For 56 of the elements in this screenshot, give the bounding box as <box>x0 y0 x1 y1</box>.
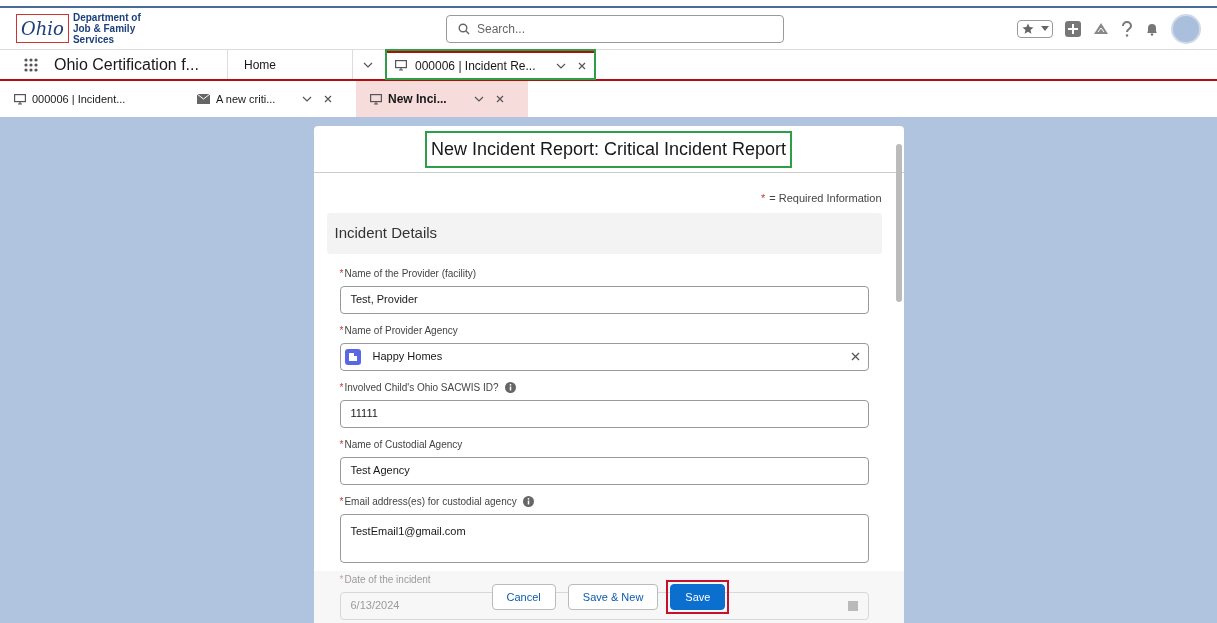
chevron-down-icon[interactable] <box>302 96 312 102</box>
field-label: Involved Child's Ohio SACWIS ID? <box>344 380 499 395</box>
footer-button[interactable]: Cancel <box>491 584 556 610</box>
logo-text: Department of Job & Family Services <box>72 12 141 45</box>
monitor-icon <box>14 93 26 105</box>
nav-tab[interactable]: 000006 | Incident Re... <box>387 51 594 78</box>
lookup-field[interactable]: Happy Homes <box>339 342 869 371</box>
caret-icon <box>1040 25 1049 32</box>
required-asterisk: * <box>761 191 766 206</box>
required-asterisk: * <box>339 323 344 338</box>
info-icon[interactable] <box>504 381 516 393</box>
search-field[interactable]: Search... <box>446 14 784 43</box>
close-icon[interactable] <box>324 95 332 103</box>
required-asterisk: * <box>339 572 344 587</box>
plus-icon[interactable] <box>1065 20 1081 37</box>
monitor-icon <box>395 60 407 71</box>
building-icon <box>344 348 361 365</box>
text-area[interactable]: TestEmail1@gmail.com <box>339 513 869 563</box>
favorites-button[interactable] <box>1017 19 1053 38</box>
required-asterisk: * <box>339 494 344 509</box>
bell-icon[interactable] <box>1145 21 1159 36</box>
nav-link[interactable]: Home <box>228 50 353 79</box>
monitor-icon <box>370 93 382 105</box>
text-field[interactable]: Test Agency <box>339 456 869 485</box>
section-title: Incident Details <box>334 222 438 243</box>
required-asterisk: * <box>339 437 344 452</box>
subtab[interactable]: A new criti... <box>183 81 356 117</box>
footer-button[interactable]: Save & New <box>567 584 659 610</box>
text-field[interactable]: Test, Provider <box>339 285 869 314</box>
field-label: Name of the Provider (facility) <box>344 266 477 281</box>
chevron-down-icon[interactable] <box>555 62 566 69</box>
required-asterisk: * <box>339 266 344 281</box>
close-icon[interactable] <box>496 95 504 103</box>
close-icon[interactable] <box>577 61 586 70</box>
field-label: Email address(es) for custodial agency <box>344 494 517 509</box>
star-icon <box>1021 22 1034 35</box>
info-icon[interactable] <box>522 495 534 507</box>
required-asterisk: * <box>339 380 344 395</box>
chevron-down-icon[interactable] <box>363 61 373 68</box>
footer-button[interactable]: Save <box>670 584 726 610</box>
modal-title: New Incident Report: Critical Incident Report <box>426 132 791 166</box>
help-icon[interactable] <box>1121 20 1133 37</box>
subtab[interactable]: New Inci... <box>356 81 528 117</box>
chevron-down-icon[interactable] <box>474 96 484 102</box>
search-icon <box>458 22 470 35</box>
field-label: Name of Custodial Agency <box>344 437 463 452</box>
text-field[interactable]: 11111 <box>339 399 869 428</box>
envelope-icon <box>197 94 210 104</box>
required-note: = Required Information <box>769 191 882 206</box>
field-label: Name of Provider Agency <box>344 323 458 338</box>
app-name: Ohio Certification f... <box>54 54 199 75</box>
clear-icon[interactable] <box>850 352 860 361</box>
field-label: Date of the incident <box>344 572 431 587</box>
app-launcher-icon[interactable] <box>24 57 38 72</box>
subtab[interactable]: 000006 | Incident... <box>0 81 183 117</box>
logo-wordmark: Ohio <box>16 14 69 43</box>
